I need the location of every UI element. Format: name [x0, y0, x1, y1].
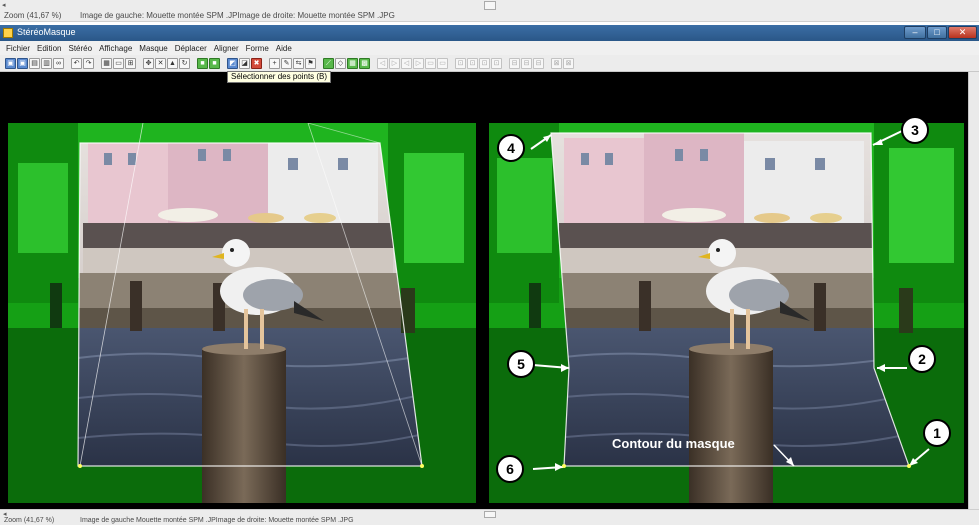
flag-icon[interactable]: ⚑ [305, 57, 316, 69]
save-stereo-icon[interactable]: ▥ [41, 57, 52, 69]
contour-label: Contour du masque [612, 436, 735, 451]
mask-left-icon[interactable]: ■ [197, 57, 208, 69]
menu-affichage[interactable]: Affichage [99, 44, 132, 53]
shape-disabled-icon[interactable]: ◁ [401, 57, 412, 69]
rotate-icon[interactable]: ↻ [179, 57, 190, 69]
open-right-image-icon[interactable]: ▣ [17, 57, 28, 69]
vertical-scrollbar[interactable] [968, 72, 979, 509]
shape-disabled-icon[interactable]: ⊟ [533, 57, 544, 69]
node-icon[interactable]: ◇ [335, 57, 346, 69]
toolbar-separator [371, 58, 376, 69]
shape-disabled-icon[interactable]: ⊡ [479, 57, 490, 69]
left-image-panel[interactable] [8, 123, 476, 503]
binoculars-icon[interactable]: ∞ [53, 57, 64, 69]
menu-aligner[interactable]: Aligner [214, 44, 239, 53]
close-button[interactable]: ✕ [948, 26, 977, 39]
toolbar-separator [449, 58, 454, 69]
callout-3: 3 [901, 116, 929, 144]
horizontal-scroll-thumb[interactable] [484, 1, 496, 10]
menu-edition[interactable]: Edition [37, 44, 61, 53]
shape-disabled-icon[interactable]: ⊡ [491, 57, 502, 69]
callout-1: 1 [923, 419, 951, 447]
toolbar-separator [263, 58, 268, 69]
shape-disabled-icon[interactable]: ◁ [377, 57, 388, 69]
add-point-icon[interactable]: + [269, 57, 280, 69]
menu-deplacer[interactable]: Déplacer [175, 44, 207, 53]
shape-disabled-icon[interactable]: ⊠ [551, 57, 562, 69]
shape-disabled-icon[interactable]: ▭ [437, 57, 448, 69]
horizontal-scroll-thumb[interactable] [484, 511, 496, 518]
bottom-status-strip: ◂ Zoom (41,67 %) Image de gauche Mouette… [0, 509, 979, 525]
stereomasque-screen: ◂ Zoom (41,67 %) Image de gauche: Mouett… [0, 0, 979, 525]
toolbar-separator [317, 58, 322, 69]
shape-disabled-icon[interactable]: ⊟ [521, 57, 532, 69]
menu-stereo[interactable]: Stéréo [68, 44, 92, 53]
grid-green-icon[interactable]: ▦ [347, 57, 358, 69]
mask-edit-icon[interactable]: ◪ [239, 57, 250, 69]
select-points-icon[interactable]: ◩ [227, 57, 238, 69]
toolbar: ▣ ▣ ▤ ▥ ∞ ↶ ↷ ▦ ▭ ⊞ ✥ ✕ ▲ ↻ ■ ■ ◩ ◪ ✖ + … [0, 55, 979, 72]
shape-disabled-icon[interactable]: ▷ [389, 57, 400, 69]
window-title: StéréoMasque [17, 27, 76, 37]
left-image-render [8, 123, 476, 503]
grid-icon[interactable]: ▦ [101, 57, 112, 69]
app-icon [3, 28, 13, 38]
shape-disabled-icon[interactable]: ▷ [413, 57, 424, 69]
toolbar-separator [65, 58, 70, 69]
minimize-button[interactable]: – [904, 26, 926, 39]
menu-masque[interactable]: Masque [139, 44, 167, 53]
pen-icon[interactable]: ✎ [281, 57, 292, 69]
image-names-status: Image de gauche Mouette montée SPM .JPIm… [80, 517, 354, 524]
shape-disabled-icon[interactable]: ⊡ [455, 57, 466, 69]
menu-fichier[interactable]: Fichier [6, 44, 30, 53]
shift-icon[interactable]: ⇆ [293, 57, 304, 69]
zoom-status: Zoom (41,67 %) [4, 11, 62, 20]
toolbar-separator [221, 58, 226, 69]
zoom-status: Zoom (41,67 %) [4, 517, 55, 524]
draw-line-icon[interactable]: ⟋ [323, 57, 334, 69]
callout-5: 5 [507, 350, 535, 378]
menu-forme[interactable]: Forme [246, 44, 269, 53]
top-status-strip: ◂ Zoom (41,67 %) Image de gauche: Mouett… [0, 0, 979, 22]
open-left-image-icon[interactable]: ▣ [5, 57, 16, 69]
callout-6: 6 [496, 455, 524, 483]
window-icon[interactable]: ▭ [113, 57, 124, 69]
scroll-left-arrow[interactable]: ◂ [2, 2, 12, 10]
cross-icon[interactable]: ✕ [155, 57, 166, 69]
menu-bar: Fichier Edition Stéréo Affichage Masque … [0, 41, 979, 55]
shape-disabled-icon[interactable]: ⊟ [509, 57, 520, 69]
shape-disabled-icon[interactable]: ▭ [425, 57, 436, 69]
toolbar-separator [191, 58, 196, 69]
redo-icon[interactable]: ↷ [83, 57, 94, 69]
move-icon[interactable]: ✥ [143, 57, 154, 69]
align-icon[interactable]: ⊞ [125, 57, 136, 69]
save-image-icon[interactable]: ▤ [29, 57, 40, 69]
shape-green-icon[interactable]: ▩ [359, 57, 370, 69]
toolbar-separator [95, 58, 100, 69]
callout-4: 4 [497, 134, 525, 162]
callout-2: 2 [908, 345, 936, 373]
delete-mask-icon[interactable]: ✖ [251, 57, 262, 69]
toolbar-separator [137, 58, 142, 69]
triangle-icon[interactable]: ▲ [167, 57, 178, 69]
undo-icon[interactable]: ↶ [71, 57, 82, 69]
mask-right-icon[interactable]: ■ [209, 57, 220, 69]
image-names-status: Image de gauche: Mouette montée SPM .JPI… [80, 11, 395, 20]
toolbar-separator [545, 58, 550, 69]
toolbar-separator [503, 58, 508, 69]
shape-disabled-icon[interactable]: ⊡ [467, 57, 478, 69]
select-points-tooltip: Sélectionner des points (B) [227, 71, 332, 83]
shape-disabled-icon[interactable]: ⊠ [563, 57, 574, 69]
maximize-button[interactable]: □ [927, 26, 947, 39]
title-bar: StéréoMasque – □ ✕ [0, 25, 979, 41]
menu-aide[interactable]: Aide [276, 44, 292, 53]
